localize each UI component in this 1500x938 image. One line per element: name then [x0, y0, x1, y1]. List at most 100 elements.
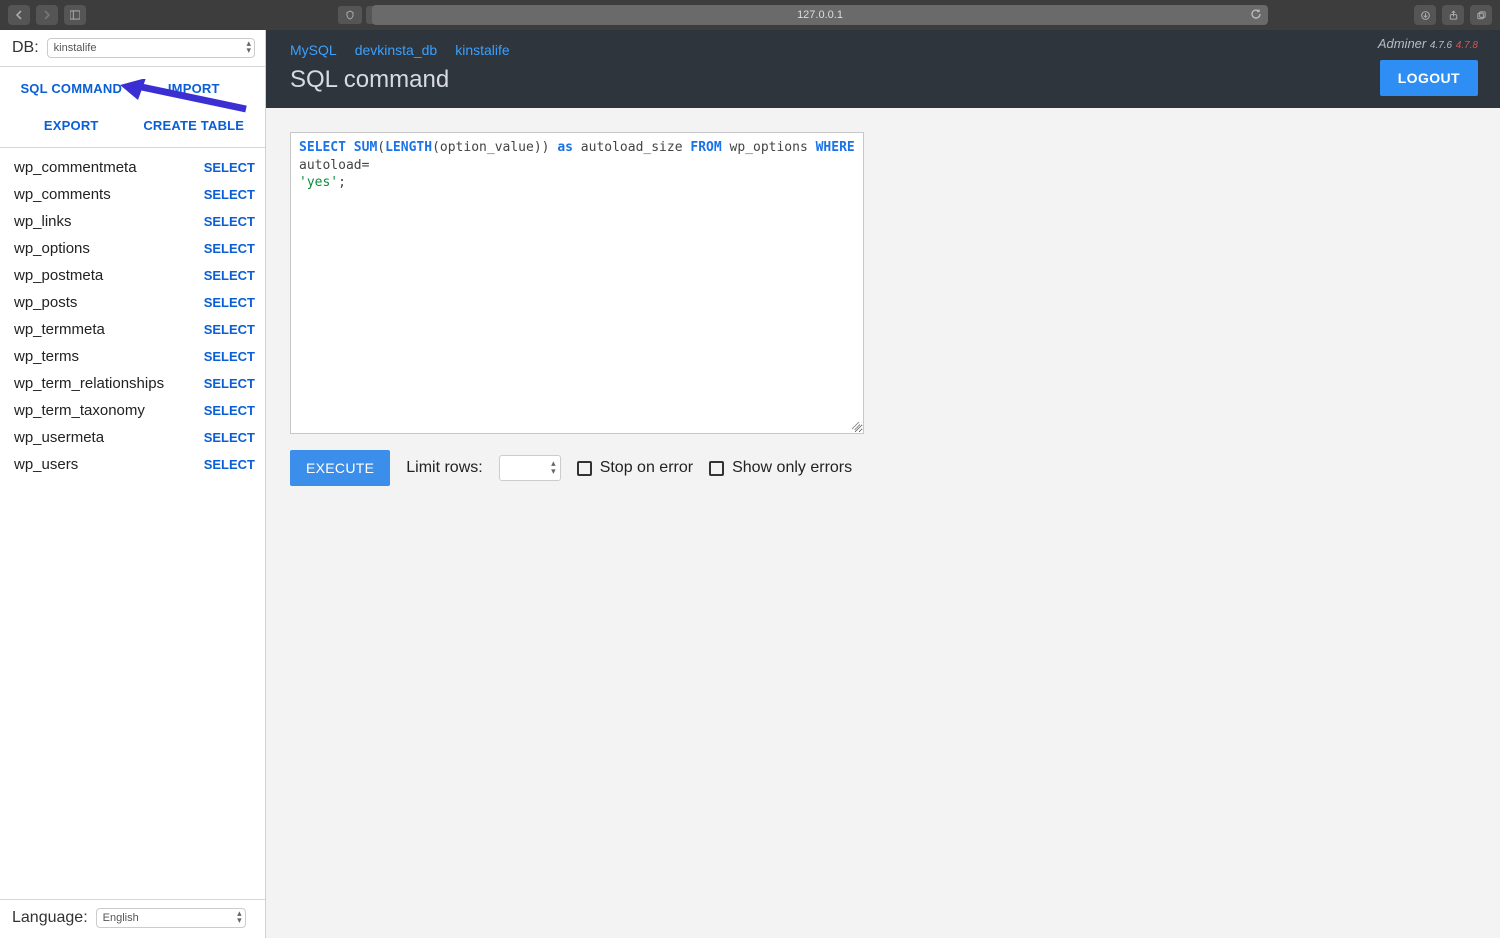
address-bar[interactable]: 127.0.0.1: [372, 5, 1268, 25]
table-select-link[interactable]: SELECT: [204, 241, 255, 256]
url-text: 127.0.0.1: [797, 9, 843, 21]
content: SELECT SUM(LENGTH(option_value)) as auto…: [266, 108, 1500, 510]
tabs-icon[interactable]: [1470, 5, 1492, 25]
main-panel: Adminer 4.7.6 4.7.8 MySQL devkinsta_db k…: [266, 30, 1500, 938]
language-row: Language: English ▴▾: [0, 899, 265, 938]
sql-command-link[interactable]: SQL COMMAND: [10, 81, 133, 96]
language-selected-value: English: [103, 912, 139, 924]
sql-token: FROM: [690, 140, 721, 155]
tables-list: wp_commentmetaSELECTwp_commentsSELECTwp_…: [0, 148, 265, 899]
brand: Adminer 4.7.6 4.7.8: [1378, 36, 1478, 51]
table-name-link[interactable]: wp_termmeta: [14, 321, 105, 338]
table-row: wp_links SELECT: [12, 208, 257, 235]
limit-rows-input[interactable]: ▴▾: [499, 455, 561, 481]
brand-version-current: 4.7.6: [1430, 40, 1452, 51]
stop-on-error-checkbox[interactable]: Stop on error: [577, 459, 693, 477]
table-row: wp_usermeta SELECT: [12, 424, 257, 451]
sql-token: ;: [338, 175, 346, 190]
privacy-report-icon[interactable]: [338, 6, 362, 24]
table-name-link[interactable]: wp_usermeta: [14, 429, 104, 446]
sidebar-actions: SQL COMMAND IMPORT EXPORT CREATE TABLE: [0, 67, 265, 148]
table-row: wp_options SELECT: [12, 235, 257, 262]
checkbox-icon: [577, 461, 592, 476]
export-link[interactable]: EXPORT: [10, 118, 133, 133]
table-row: wp_posts SELECT: [12, 289, 257, 316]
table-row: wp_comments SELECT: [12, 181, 257, 208]
resize-handle-icon[interactable]: [850, 420, 862, 432]
table-select-link[interactable]: SELECT: [204, 430, 255, 445]
table-name-link[interactable]: wp_users: [14, 456, 78, 473]
table-select-link[interactable]: SELECT: [204, 322, 255, 337]
table-row: wp_term_relationships SELECT: [12, 370, 257, 397]
sql-token: wp_options: [722, 140, 816, 155]
table-name-link[interactable]: wp_posts: [14, 294, 77, 311]
breadcrumb-server[interactable]: devkinsta_db: [355, 42, 438, 58]
toolbar-right: [1414, 5, 1492, 25]
select-arrows-icon: ▴▾: [237, 910, 242, 924]
table-name-link[interactable]: wp_commentmeta: [14, 159, 137, 176]
table-select-link[interactable]: SELECT: [204, 187, 255, 202]
table-select-link[interactable]: SELECT: [204, 457, 255, 472]
table-select-link[interactable]: SELECT: [204, 160, 255, 175]
limit-rows-label: Limit rows:: [406, 459, 482, 477]
select-arrows-icon: ▴▾: [246, 40, 251, 54]
db-label: DB:: [12, 39, 39, 57]
table-name-link[interactable]: wp_term_relationships: [14, 375, 164, 392]
sql-token: autoload_size: [573, 140, 690, 155]
downloads-icon[interactable]: [1414, 5, 1436, 25]
table-name-link[interactable]: wp_terms: [14, 348, 79, 365]
language-select[interactable]: English ▴▾: [96, 908, 246, 928]
table-row: wp_term_taxonomy SELECT: [12, 397, 257, 424]
forward-button[interactable]: [36, 5, 58, 25]
table-name-link[interactable]: wp_postmeta: [14, 267, 103, 284]
db-selector-row: DB: kinstalife ▴▾: [0, 30, 265, 67]
table-select-link[interactable]: SELECT: [204, 268, 255, 283]
breadcrumb-db[interactable]: kinstalife: [455, 42, 509, 58]
import-link[interactable]: IMPORT: [133, 81, 256, 96]
breadcrumb-mysql[interactable]: MySQL: [290, 42, 337, 58]
show-only-errors-checkbox[interactable]: Show only errors: [709, 459, 852, 477]
sql-token: 'yes': [299, 175, 338, 190]
sql-token: LENGTH: [385, 140, 432, 155]
brand-version-latest: 4.7.8: [1456, 40, 1478, 51]
reload-icon[interactable]: [1250, 8, 1262, 23]
execute-button[interactable]: EXECUTE: [290, 450, 390, 486]
sidebar: DB: kinstalife ▴▾ SQL COMMAND IMPORT EXP…: [0, 30, 266, 938]
brand-name: Adminer: [1378, 36, 1426, 51]
table-select-link[interactable]: SELECT: [204, 403, 255, 418]
table-row: wp_terms SELECT: [12, 343, 257, 370]
sql-token: SUM: [354, 140, 377, 155]
checkbox-icon: [709, 461, 724, 476]
share-icon[interactable]: [1442, 5, 1464, 25]
language-label: Language:: [12, 909, 88, 927]
table-select-link[interactable]: SELECT: [204, 214, 255, 229]
table-select-link[interactable]: SELECT: [204, 295, 255, 310]
logout-button[interactable]: LOGOUT: [1380, 60, 1478, 96]
back-button[interactable]: [8, 5, 30, 25]
table-name-link[interactable]: wp_term_taxonomy: [14, 402, 145, 419]
execute-row: EXECUTE Limit rows: ▴▾ Stop on error Sho…: [290, 450, 1476, 486]
db-selected-value: kinstalife: [54, 42, 97, 54]
sql-token: (: [377, 140, 385, 155]
breadcrumb: MySQL devkinsta_db kinstalife: [290, 42, 1476, 58]
table-row: wp_users SELECT: [12, 451, 257, 478]
create-table-link[interactable]: CREATE TABLE: [133, 118, 256, 133]
sql-token: autoload=: [299, 158, 369, 173]
sql-token: SELECT: [299, 140, 354, 155]
table-name-link[interactable]: wp_comments: [14, 186, 111, 203]
table-name-link[interactable]: wp_links: [14, 213, 72, 230]
sql-textarea[interactable]: SELECT SUM(LENGTH(option_value)) as auto…: [290, 132, 864, 434]
stop-on-error-label: Stop on error: [600, 459, 693, 477]
db-select[interactable]: kinstalife ▴▾: [47, 38, 255, 58]
stepper-icon[interactable]: ▴▾: [551, 459, 556, 475]
table-select-link[interactable]: SELECT: [204, 376, 255, 391]
table-row: wp_postmeta SELECT: [12, 262, 257, 289]
table-select-link[interactable]: SELECT: [204, 349, 255, 364]
sql-token: WHERE: [816, 140, 855, 155]
browser-toolbar: 127.0.0.1: [0, 0, 1500, 30]
table-row: wp_commentmeta SELECT: [12, 154, 257, 181]
header: Adminer 4.7.6 4.7.8 MySQL devkinsta_db k…: [266, 30, 1500, 108]
sidebar-toggle-button[interactable]: [64, 5, 86, 25]
table-name-link[interactable]: wp_options: [14, 240, 90, 257]
show-only-errors-label: Show only errors: [732, 459, 852, 477]
